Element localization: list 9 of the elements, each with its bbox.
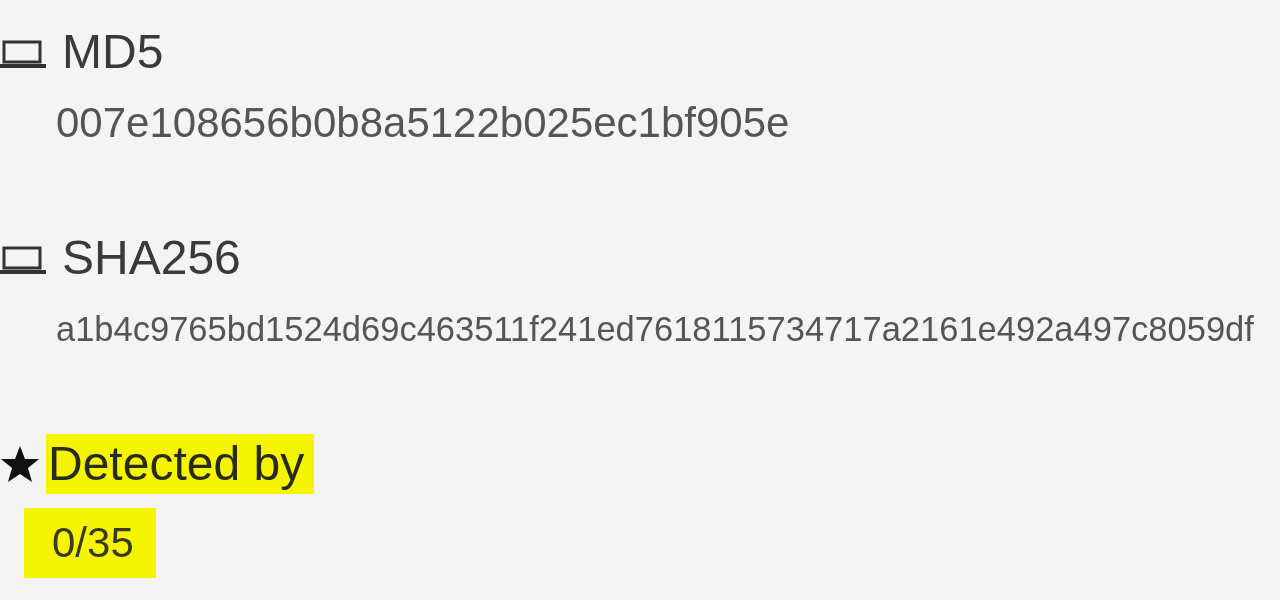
field-value: a1b4c9765bd1524d69c463511f241ed7618115734717a2161e492a497c8059df (55, 309, 1255, 350)
laptop-icon (0, 39, 46, 69)
laptop-icon (0, 245, 46, 275)
field-label: Detected by (46, 434, 315, 494)
field-value: 007e108656b0b8a5122b025ec1bf905e (55, 98, 791, 148)
star-icon (0, 445, 40, 483)
field-label: MD5 (61, 24, 165, 80)
field-value: 0/35 (24, 508, 156, 578)
field-label: SHA256 (61, 230, 242, 286)
